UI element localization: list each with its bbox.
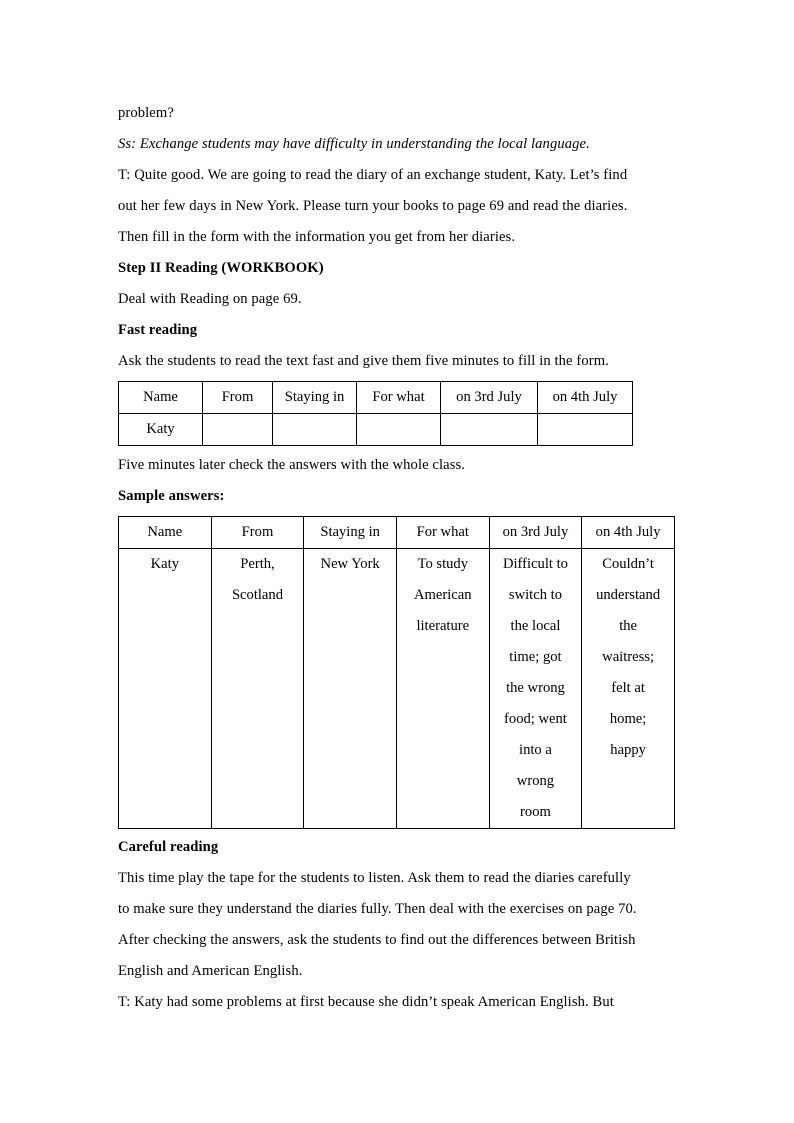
cell-text-line: happy (610, 742, 646, 758)
column-header-for-what: For what (395, 516, 490, 549)
fast-reading-form-table: Name From Staying in For what on 3rd Jul… (118, 381, 633, 446)
table-row: Name From Staying in For what on 3rd Jul… (118, 381, 633, 414)
cell-lines-on-3rd-july: Difficult to switch to the local time; got t… (490, 549, 582, 828)
cell-lines-on-4th-july: Couldn’t understand the waitress; felt at hom… (582, 549, 674, 766)
cell-lines-name: Katy (119, 549, 211, 580)
cell-text-line: Difficult to (502, 556, 568, 572)
cell-text-line: into a (519, 742, 552, 758)
cell-text-line: American (414, 587, 472, 603)
cell-lines-staying-in: New York (304, 549, 396, 580)
table-row: Katy Perth, Scotland New York To study Ame… (118, 548, 675, 829)
cell-text-line: felt at (611, 680, 645, 696)
cell-text-line: To study (417, 556, 469, 572)
cell-text-line: Couldn’t (602, 556, 654, 572)
heading-sample-answers: Sample answers: (118, 488, 225, 504)
column-header-staying-in: Staying in (303, 516, 397, 549)
cell-text-line: understand (596, 587, 661, 603)
document-body: problem? Ss: Exchange students may have … (118, 98, 676, 1018)
cell-name: Katy (118, 548, 212, 829)
heading-careful-reading: Careful reading (118, 839, 219, 855)
cell-for-what (356, 413, 441, 446)
cell-text-line: food; went (504, 711, 567, 727)
cell-lines-for-what: To study American literature (397, 549, 489, 642)
column-header-from: From (202, 381, 273, 414)
cell-from: Perth, Scotland (210, 548, 305, 829)
cell-lines-from: Perth, Scotland (212, 549, 304, 611)
column-header-name: Name (118, 381, 203, 414)
cell-text-line: waitress; (602, 649, 655, 665)
column-header-for-what: For what (356, 381, 441, 414)
column-header-on-4th-july: on 4th July (581, 516, 675, 549)
cell-text-line: Katy (150, 556, 180, 572)
sample-answers-table: Name From Staying in For what on 3rd Jul… (118, 516, 675, 829)
cell-text-line: switch to (508, 587, 562, 603)
paragraph-teacher-3: Then fill in the form with the informati… (118, 229, 516, 245)
paragraph-five-minutes-later: Five minutes later check the answers wit… (118, 457, 466, 473)
column-header-name: Name (118, 516, 212, 549)
cell-on-4th-july (537, 413, 633, 446)
heading-step-2: Step II Reading (WORKBOOK) (118, 260, 324, 276)
cell-text-line: literature (416, 618, 470, 634)
cell-text-line: home; (609, 711, 647, 727)
paragraph-careful-2: to make sure they understand the diaries… (118, 901, 637, 917)
cell-on-4th-july: Couldn’t understand the waitress; felt at hom… (581, 548, 675, 829)
paragraph-careful-1: This time play the tape for the students… (118, 870, 631, 886)
cell-on-3rd-july (440, 413, 538, 446)
column-header-on-4th-july: on 4th July (537, 381, 633, 414)
paragraph-teacher-1: T: Quite good. We are going to read the … (118, 167, 628, 183)
paragraph-ask-students: Ask the students to read the text fast a… (118, 353, 609, 369)
paragraph-careful-4: English and American English. (118, 963, 303, 979)
column-header-staying-in: Staying in (272, 381, 357, 414)
document-page: problem? Ss: Exchange students may have … (0, 0, 794, 1123)
column-header-on-3rd-july: on 3rd July (488, 516, 583, 549)
paragraph-careful-3: After checking the answers, ask the stud… (118, 932, 636, 948)
cell-text-line: Scotland (231, 587, 284, 603)
cell-name: Katy (118, 413, 203, 446)
cell-text-line: the (619, 618, 638, 634)
cell-text-line: the wrong (506, 680, 565, 696)
cell-text-line: time; got (509, 649, 562, 665)
paragraph-deal-with-reading: Deal with Reading on page 69. (118, 291, 302, 307)
cell-on-3rd-july: Difficult to switch to the local time; got t… (488, 548, 583, 829)
cell-staying-in: New York (303, 548, 397, 829)
paragraph-problem: problem? (118, 105, 174, 121)
paragraph-teacher-2: out her few days in New York. Please tur… (118, 198, 628, 214)
paragraph-teacher-katy: T: Katy had some problems at first becau… (118, 994, 614, 1010)
cell-text-line: New York (320, 556, 380, 572)
cell-text-line: Perth, (240, 556, 275, 572)
cell-from (202, 413, 273, 446)
cell-text-line: room (520, 804, 551, 820)
cell-staying-in (272, 413, 357, 446)
table-row: Name From Staying in For what on 3rd Jul… (118, 516, 675, 549)
cell-text-line: wrong (516, 773, 555, 789)
column-header-on-3rd-july: on 3rd July (440, 381, 538, 414)
cell-for-what: To study American literature (395, 548, 490, 829)
paragraph-ss-response: Ss: Exchange students may have difficult… (118, 136, 590, 152)
table-row: Katy (118, 413, 633, 446)
heading-fast-reading: Fast reading (118, 322, 198, 338)
column-header-from: From (210, 516, 305, 549)
cell-text-line: the local (510, 618, 561, 634)
